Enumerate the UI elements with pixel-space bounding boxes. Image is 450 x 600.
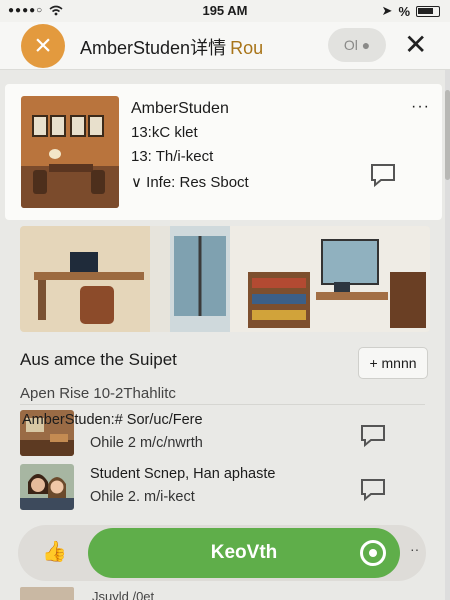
profile-detail-2: 13: Th/i-kect: [131, 148, 214, 165]
profile-detail-3-text: Infe: Res Sboct: [146, 174, 249, 191]
room-gallery-image[interactable]: [20, 226, 430, 332]
section-divider: [20, 404, 425, 405]
dismiss-icon[interactable]: ✕: [404, 28, 427, 61]
primary-action-label: KeoVth: [210, 542, 278, 563]
chat-icon[interactable]: [360, 478, 386, 502]
bottom-action-bar: 👍 KeoVth ··: [18, 525, 426, 581]
list-item-avatar-peek: [20, 587, 74, 600]
page-title-text: AmberStuden详情: [80, 38, 227, 58]
page-title: AmberStuden详情 Rou: [80, 34, 263, 60]
chat-icon[interactable]: [369, 162, 397, 188]
more-icon[interactable]: ··: [410, 541, 419, 557]
toggle-pill-label: Ol: [343, 37, 358, 53]
close-icon[interactable]: ×: [21, 24, 65, 68]
room-thumbnail: [21, 96, 119, 208]
page-subtitle: Rou: [230, 38, 264, 58]
location-icon: ➤: [381, 3, 393, 18]
target-icon: [360, 540, 386, 566]
nav-bar: × AmberStuden详情 Rou Ol ● ✕: [0, 22, 450, 70]
list-item[interactable]: Student Scnep, Han aphaste Ohile 2. m/i-…: [18, 462, 426, 514]
scrollbar-thumb[interactable]: [445, 90, 450, 180]
list-item-peek-text: Jsuyld /0et: [92, 589, 155, 600]
list-item-title: Student Scnep, Han aphaste: [90, 466, 276, 482]
more-icon[interactable]: ···: [411, 98, 430, 116]
list-item-subtitle: Ohile 2. m/i-kect: [90, 489, 195, 505]
student-avatar: [20, 464, 74, 510]
profile-detail-1: 13:kC klet: [131, 124, 198, 141]
add-button[interactable]: + mnnn: [358, 347, 428, 379]
list-item[interactable]: AmberStuden:# Sor/uc/Fere Ohile 2 m/c/nw…: [18, 408, 426, 460]
battery-icon: [416, 5, 440, 17]
thumbs-up-icon[interactable]: 👍: [42, 539, 67, 564]
list-item-subtitle: Ohile 2 m/c/nwrth: [90, 435, 203, 451]
primary-action-button[interactable]: KeoVth: [88, 528, 400, 578]
profile-detail-3: ∨ Infe: Res Sboct: [131, 173, 249, 191]
chevron-down-icon[interactable]: ∨: [131, 174, 142, 191]
chat-icon[interactable]: [360, 424, 386, 448]
status-bar: ●●●●○ 195 AM ➤ %: [0, 0, 450, 22]
dot-icon: ●: [361, 37, 371, 53]
section-subtitle: Apen Rise 10-2Thahlitc: [20, 385, 176, 402]
battery-percent: %: [398, 3, 410, 19]
section-title: Aus amce the Suipet: [20, 350, 177, 369]
list-item-title: AmberStuden:# Sor/uc/Fere: [22, 412, 203, 428]
profile-name: AmberStuden: [131, 100, 229, 117]
profile-card[interactable]: AmberStuden 13:kC klet 13: Th/i-kect ∨ I…: [5, 84, 442, 220]
toggle-pill[interactable]: Ol ●: [328, 28, 386, 62]
